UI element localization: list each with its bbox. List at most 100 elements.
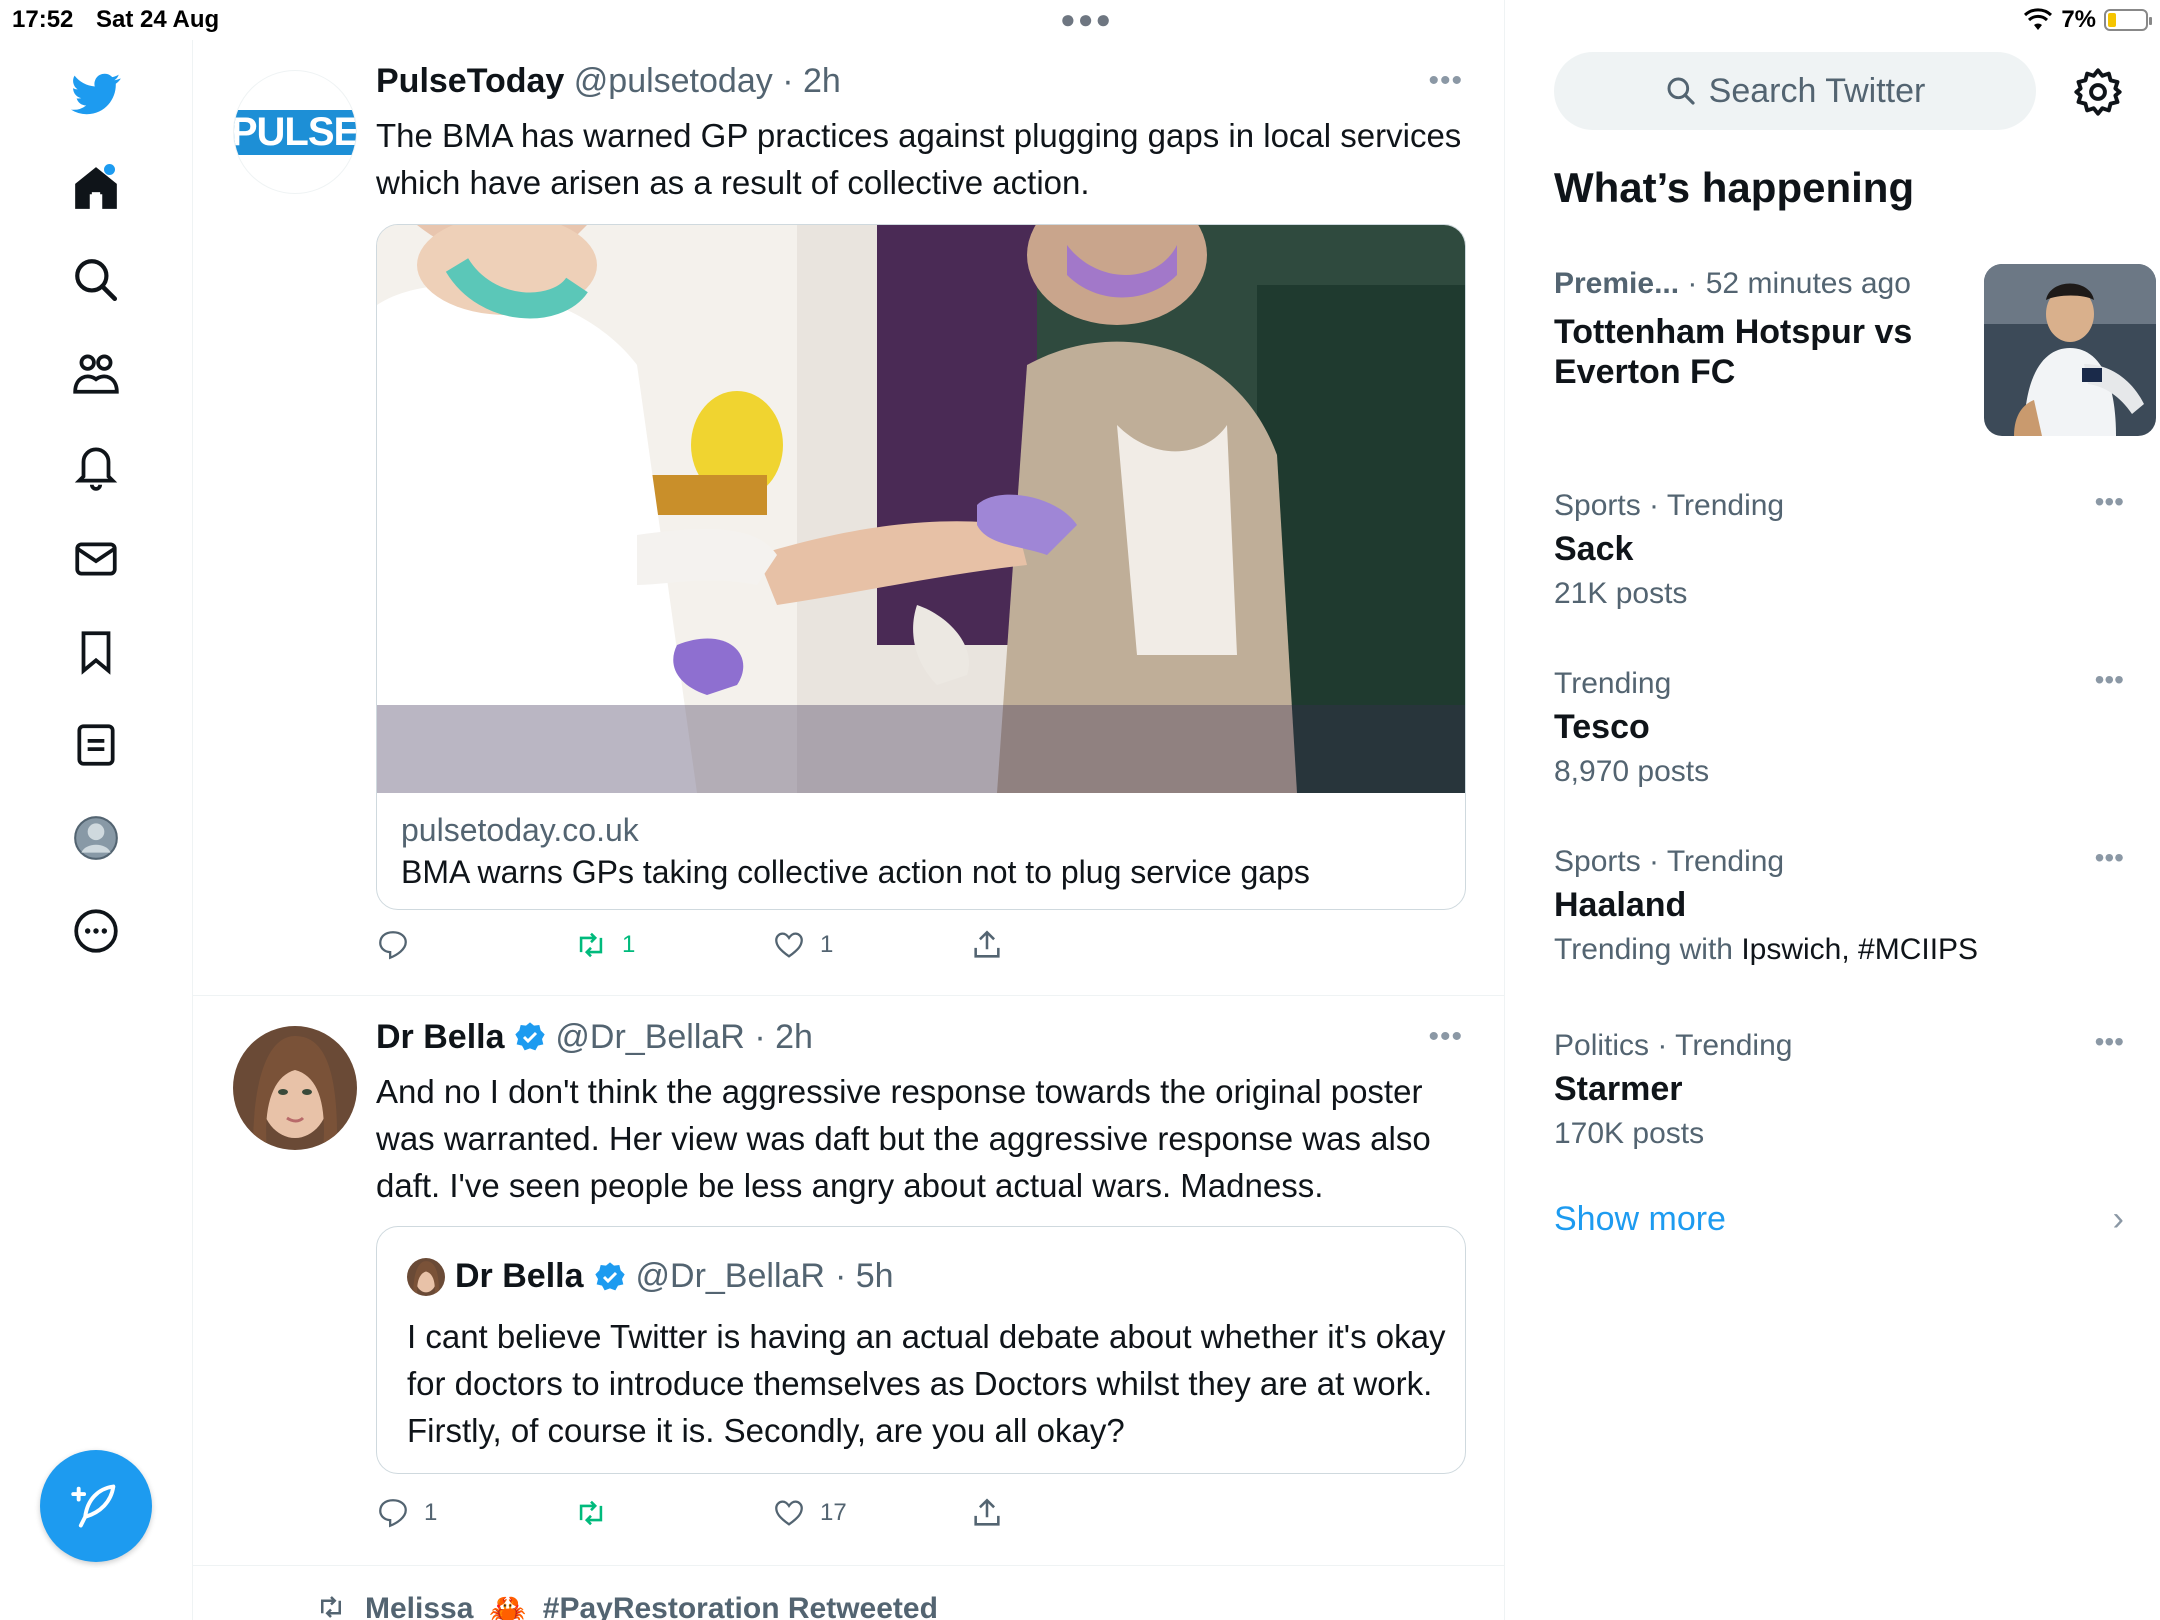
author-handle[interactable]: @pulsetoday xyxy=(574,62,773,100)
reply-button[interactable]: 1 xyxy=(376,1496,437,1530)
tweet-text: And no I don't think the aggressive resp… xyxy=(376,1073,1431,1204)
trend-item[interactable]: Sports · Trending Haaland Trending with … xyxy=(1554,842,2124,972)
retweet-icon xyxy=(579,1500,603,1526)
more-options-icon[interactable]: ••• xyxy=(1428,1020,1463,1054)
quoted-tweet-time: · 5h xyxy=(834,1257,894,1295)
trend-more-icon[interactable]: ••• xyxy=(2095,486,2124,518)
share-icon xyxy=(974,930,1000,958)
home-icon[interactable] xyxy=(62,154,130,222)
featured-title: Tottenham Hotspur vs Everton FC xyxy=(1554,313,1913,391)
tweet-time[interactable]: · 2h xyxy=(754,1018,813,1056)
link-card[interactable]: pulsetoday.co.uk BMA warns GPs taking co… xyxy=(376,224,1466,910)
quoted-tweet-header: Dr Bella @Dr_BellaR · 5h xyxy=(407,1257,894,1296)
search-input[interactable]: Search Twitter xyxy=(1554,52,2036,130)
timeline: PULSE PulseToday @pulsetoday · 2h ••• Th… xyxy=(193,0,1505,1620)
profile-avatar-icon[interactable] xyxy=(62,804,130,872)
link-card-meta: pulsetoday.co.uk BMA warns GPs taking co… xyxy=(401,809,1310,893)
retweet-icon xyxy=(321,1596,341,1618)
show-more-label: Show more xyxy=(1554,1200,1726,1238)
heart-icon xyxy=(775,932,803,958)
messages-mail-icon[interactable] xyxy=(62,525,130,593)
share-button[interactable] xyxy=(970,928,1004,962)
retweeter-emoji: 🦀 xyxy=(489,1593,527,1620)
search-placeholder: Search Twitter xyxy=(1708,71,1926,110)
show-more-link[interactable]: Show more › xyxy=(1554,1200,2124,1239)
explore-search-icon[interactable] xyxy=(62,246,130,314)
quoted-author-handle: @Dr_BellaR xyxy=(635,1257,825,1295)
trend-related: Trending with Ipswich, #MCIIPS xyxy=(1554,928,2124,972)
trend-posts: 8,970 posts xyxy=(1554,755,1710,788)
reply-count: 1 xyxy=(424,1499,438,1526)
author-handle[interactable]: @Dr_BellaR xyxy=(555,1018,744,1056)
more-options-icon[interactable] xyxy=(62,897,130,965)
trend-name: Haaland xyxy=(1554,886,1687,924)
link-card-domain: pulsetoday.co.uk xyxy=(401,812,639,848)
trend-more-icon[interactable]: ••• xyxy=(2095,842,2124,874)
quoted-tweet[interactable]: Dr Bella @Dr_BellaR · 5h I cant believe … xyxy=(376,1226,1466,1474)
featured-trend[interactable]: Premie... · 52 minutes ago Tottenham Hot… xyxy=(1554,264,2156,444)
retweet-button[interactable] xyxy=(574,1496,622,1530)
featured-thumbnail xyxy=(1984,264,2156,436)
chevron-right-icon: › xyxy=(2112,1200,2124,1238)
quoted-author-name: Dr Bella xyxy=(455,1257,584,1295)
twitter-logo-icon[interactable] xyxy=(62,60,130,128)
tweet-actions: 1 1 xyxy=(376,928,1076,968)
verified-badge-icon xyxy=(594,1261,625,1290)
whats-happening-title: What’s happening xyxy=(1554,164,1915,211)
trend-more-icon[interactable]: ••• xyxy=(2095,1026,2124,1058)
heart-icon xyxy=(775,1500,803,1526)
retweeted-text: #PayRestoration Retweeted xyxy=(542,1592,938,1620)
trend-related-prefix: Trending with xyxy=(1554,933,1733,966)
retweet-count: 1 xyxy=(622,931,636,958)
retweeted-by-label[interactable]: Melissa 🦀 #PayRestoration Retweeted xyxy=(313,1592,938,1620)
featured-category: Premie... xyxy=(1554,267,1680,300)
like-button[interactable]: 17 xyxy=(772,1496,847,1530)
communities-icon[interactable] xyxy=(62,339,130,407)
settings-gear-icon[interactable] xyxy=(2072,66,2124,118)
retweet-button[interactable]: 1 xyxy=(574,928,635,962)
like-count: 17 xyxy=(820,1499,847,1526)
avatar[interactable] xyxy=(233,1026,357,1150)
tweet-time[interactable]: · 2h xyxy=(782,62,841,100)
bookmarks-icon[interactable] xyxy=(62,618,130,686)
tweet-actions: 1 17 xyxy=(376,1496,1076,1536)
tweet-header: Dr Bella @Dr_BellaR · 2h xyxy=(376,1018,813,1057)
search-icon xyxy=(1667,77,1695,105)
trend-more-icon[interactable]: ••• xyxy=(2095,664,2124,696)
author-name[interactable]: PulseToday xyxy=(376,62,564,100)
like-count: 1 xyxy=(820,931,834,958)
trend-meta: Sports · Trending xyxy=(1554,489,1785,522)
tweet-text: The BMA has warned GP practices against … xyxy=(376,117,1462,201)
avatar[interactable]: PULSE xyxy=(233,70,357,194)
trend-meta: Sports · Trending xyxy=(1554,845,1785,878)
tweet[interactable]: PULSE PulseToday @pulsetoday · 2h ••• Th… xyxy=(193,40,1505,996)
more-options-icon[interactable]: ••• xyxy=(1428,64,1463,98)
side-nav xyxy=(0,40,193,1620)
tweet-header: PulseToday @pulsetoday · 2h xyxy=(376,62,841,101)
retweet-icon xyxy=(579,932,603,958)
retweeter-name: Melissa xyxy=(365,1592,474,1620)
lists-icon[interactable] xyxy=(62,711,130,779)
pulse-logo-text: PULSE xyxy=(234,109,356,155)
trend-name: Starmer xyxy=(1554,1070,1683,1108)
trend-posts: 170K posts xyxy=(1554,1117,1705,1150)
share-icon xyxy=(974,1498,1000,1526)
trend-item[interactable]: Sports · Trending Sack 21K posts ••• xyxy=(1554,486,2124,616)
trend-name: Sack xyxy=(1554,530,1634,568)
trend-posts: 21K posts xyxy=(1554,577,1688,610)
trend-item[interactable]: Politics · Trending Starmer 170K posts •… xyxy=(1554,1026,2124,1156)
notifications-bell-icon[interactable] xyxy=(62,432,130,500)
trend-related-terms[interactable]: Ipswich, #MCIIPS xyxy=(1741,933,1978,966)
featured-time: · 52 minutes ago xyxy=(1687,267,1911,300)
trend-item[interactable]: Trending Tesco 8,970 posts ••• xyxy=(1554,664,2124,794)
share-button[interactable] xyxy=(970,1496,1004,1530)
author-name[interactable]: Dr Bella xyxy=(376,1018,505,1056)
reply-icon xyxy=(379,1499,407,1528)
quoted-avatar xyxy=(407,1257,445,1296)
reply-button[interactable] xyxy=(376,928,424,962)
like-button[interactable]: 1 xyxy=(772,928,833,962)
tweet[interactable]: Dr Bella @Dr_BellaR · 2h ••• And no I do… xyxy=(193,996,1505,1566)
compose-tweet-button[interactable] xyxy=(40,1450,152,1562)
trend-meta: Politics · Trending xyxy=(1554,1029,1793,1062)
feather-plus-icon xyxy=(71,1484,116,1528)
